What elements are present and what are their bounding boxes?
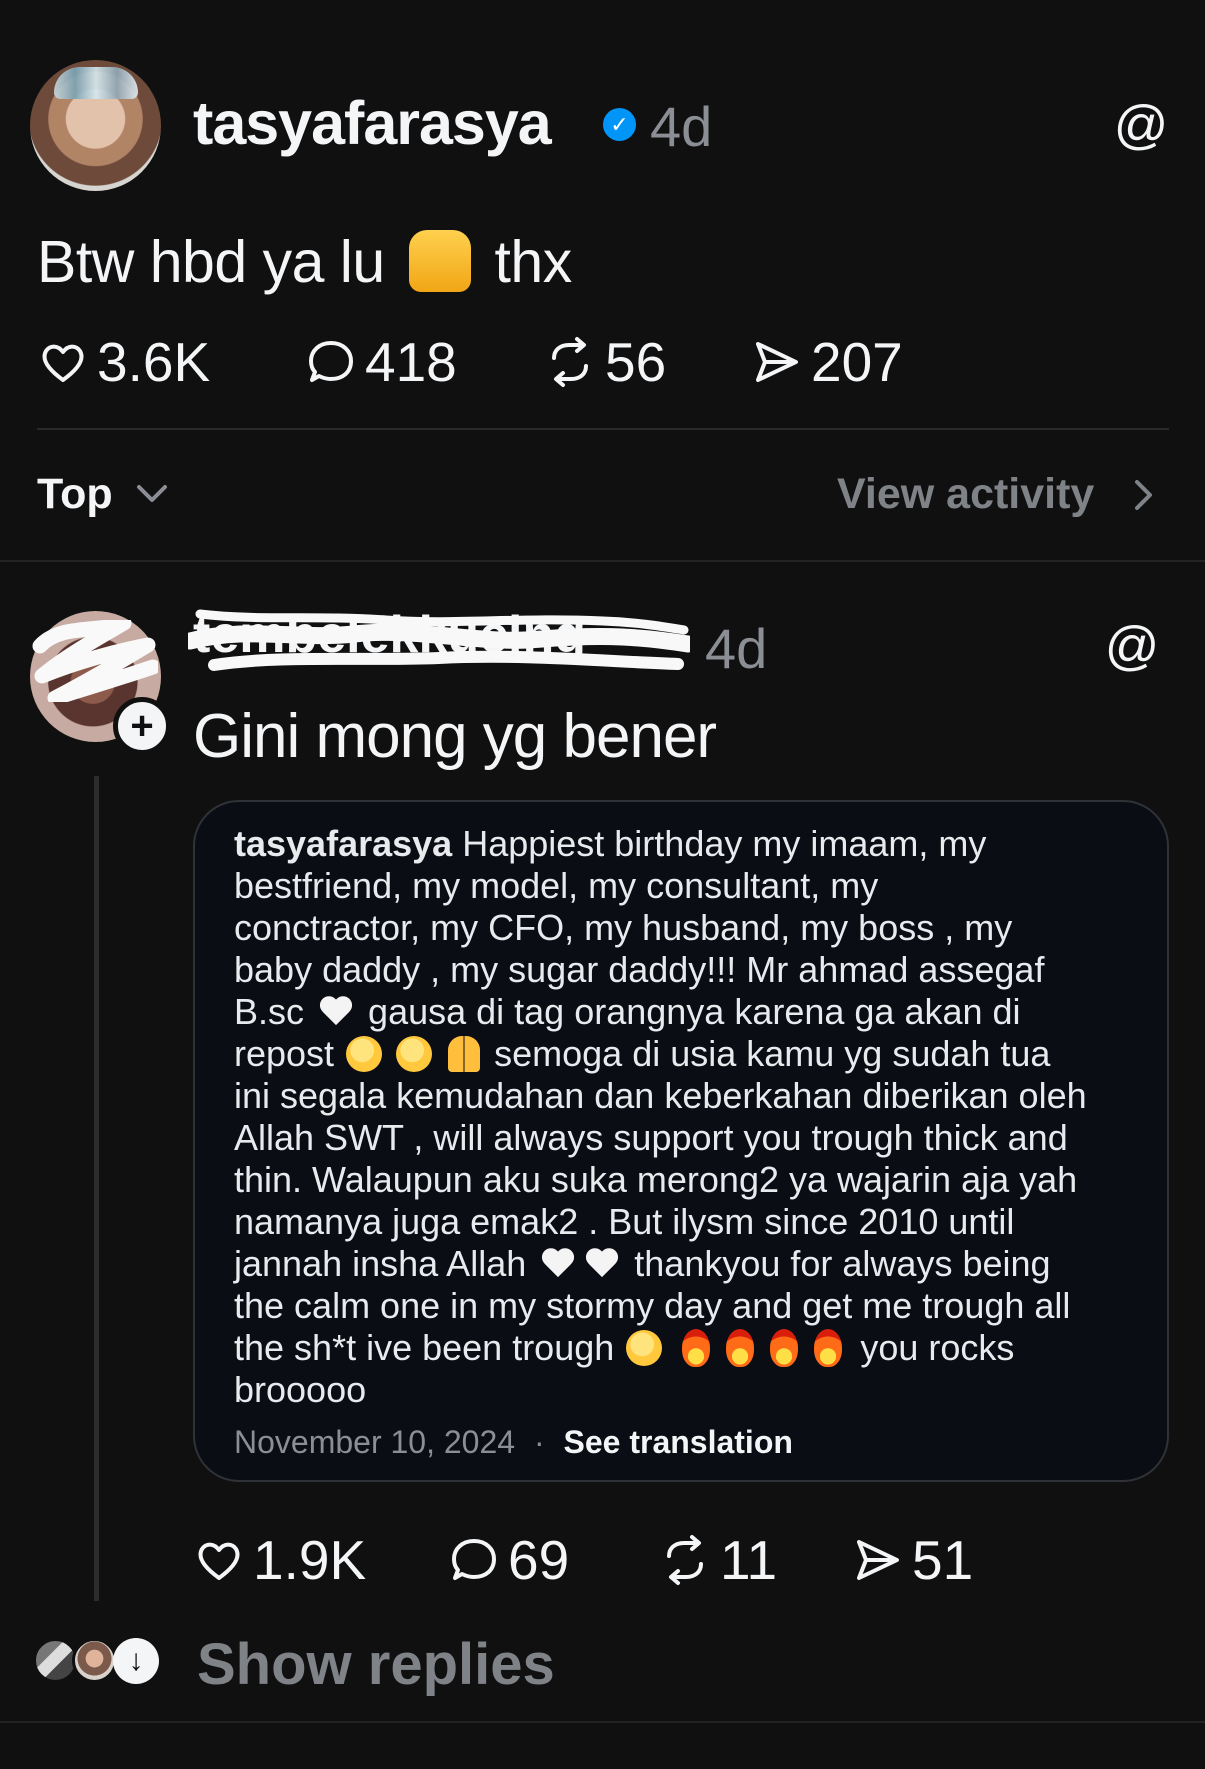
post-time: 4d [650,95,713,158]
share-icon [857,1540,899,1580]
thread-line [94,776,99,1601]
reply-actions: 1.9K 69 11 51 [193,1528,973,1592]
share-button[interactable]: 207 [751,330,903,394]
post-text-main: Btw hbd ya lu [37,229,385,295]
quoted-post-text: tasyafarasya Happiest birthday my imaam,… [234,823,1134,1411]
quoted-username[interactable]: tasyafarasya [234,823,452,864]
like-button[interactable]: 1.9K [193,1528,448,1592]
threads-icon[interactable]: @ [1114,95,1169,155]
kissing-face-icon [626,1330,663,1366]
like-button[interactable]: 3.6K [37,330,305,394]
chevron-down-icon[interactable] [135,478,169,506]
reply-avatar [72,1638,117,1683]
fire-icon [726,1329,755,1367]
redaction-scribble [32,620,158,702]
quoted-date: November 10, 2024 [234,1424,516,1460]
repost-button[interactable]: 56 [543,330,751,394]
quoted-line: thin. Walaupun aku suka merong2 ya wajar… [234,1159,1078,1200]
quoted-line: Allah SWT , will always support you trou… [234,1117,1068,1158]
quoted-line: namanya juga emak2 . But ilysm since 201… [234,1201,1015,1242]
share-button[interactable]: 51 [852,1528,973,1592]
like-count: 3.6K [97,331,211,393]
quoted-line: you rocks [860,1327,1015,1368]
praying-hands-icon [448,1036,481,1072]
repost-icon [552,337,588,387]
quoted-line: the sh*t ive been trough [234,1327,615,1368]
heart-icon [42,344,84,382]
white-heart-icon [540,1249,576,1281]
quoted-line: ini segala kemudahan dan keberkahan dibe… [234,1075,1087,1116]
quoted-line: semoga di usia kamu yg sudah tua [494,1033,1051,1074]
comment-icon [309,341,353,382]
quoted-line: thankyou for always being [634,1243,1051,1284]
username-redaction-scrawl [188,609,690,671]
chevron-right-icon[interactable] [1130,478,1156,512]
repost-button[interactable]: 11 [658,1528,852,1592]
quoted-line: baby daddy , my sugar daddy!!! Mr ahmad … [234,949,1045,990]
share-count: 51 [912,1529,974,1591]
avatar-crown-decoration [54,67,138,99]
post-text: Btw hbd ya lu thx [37,228,572,296]
quoted-line: conctractor, my CFO, my husband, my boss… [234,907,1013,948]
quoted-line: repost [234,1033,335,1074]
quoted-line: B.sc [234,991,305,1032]
view-activity-link[interactable]: View activity [837,470,1094,519]
like-count: 1.9K [253,1529,367,1591]
show-replies-button[interactable]: Show replies [197,1631,555,1698]
reply-time: 4d [705,617,768,680]
meta-separator: · [533,1424,545,1460]
threads-icon[interactable]: @ [1105,616,1160,676]
quoted-line: the calm one in my stormy day and get me… [234,1285,1071,1326]
white-heart-icon [318,997,354,1029]
post-text-end: thx [494,229,573,295]
quoted-line: jannah insha Allah [234,1243,527,1284]
section-divider [0,560,1205,562]
post-actions: 3.6K 418 56 207 [37,330,903,394]
follow-plus-button[interactable]: + [113,697,171,755]
fire-icon [770,1329,799,1367]
sort-dropdown-label[interactable]: Top [37,470,113,519]
share-icon [756,342,798,382]
repost-icon [667,1535,703,1585]
expand-replies-icon[interactable]: ↓ [113,1638,159,1684]
smiley-face-icon [346,1036,383,1072]
quoted-line: gausa di tag orangnya karena ga akan di [368,991,1021,1032]
reply-text: Gini mong yg bener [193,702,717,771]
fire-icon [814,1329,843,1367]
fire-icon [682,1329,711,1367]
white-heart-icon [584,1249,620,1281]
bottom-divider [0,1721,1205,1723]
repost-count: 56 [605,331,667,393]
heart-icon [198,1542,240,1580]
quoted-line: Happiest birthday my imaam, my [462,823,987,864]
reply-count: 69 [508,1529,570,1591]
thumbs-up-icon [408,230,471,292]
reply-button[interactable]: 69 [448,1528,658,1592]
repost-count: 11 [720,1529,778,1591]
divider [37,428,1169,430]
verified-badge-icon: ✓ [603,108,636,141]
slight-smile-icon [396,1036,433,1072]
share-count: 207 [811,331,903,393]
see-translation-link[interactable]: See translation [564,1424,793,1460]
comment-icon [452,1539,496,1580]
username[interactable]: tasyafarasya [193,88,552,158]
reply-count: 418 [365,331,457,393]
quoted-post-meta: November 10, 2024 · See translation [234,1424,793,1461]
quoted-line: bestfriend, my model, my consultant, my [234,865,879,906]
reply-button[interactable]: 418 [305,330,543,394]
quoted-line: brooooo [234,1369,367,1410]
